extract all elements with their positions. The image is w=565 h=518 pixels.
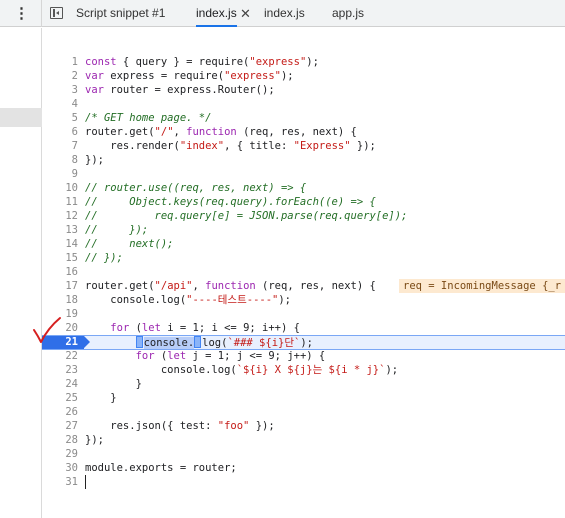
navigator-selected-item[interactable] [0, 108, 42, 127]
code-line[interactable]: 10 // router.use((req, res, next) => { [42, 181, 565, 195]
line-number[interactable]: 29 [42, 447, 78, 461]
code-text: // req.query[e] = JSON.parse(req.query[e… [85, 210, 408, 222]
line-number[interactable]: 2 [42, 69, 78, 83]
line-number[interactable]: 17 [42, 279, 78, 293]
code-line[interactable]: 12 // req.query[e] = JSON.parse(req.query… [42, 209, 565, 223]
code-line[interactable]: 28}); [42, 433, 565, 447]
code-line[interactable]: 29 [42, 447, 565, 461]
code-text: }); [85, 154, 104, 166]
line-number[interactable]: 16 [42, 265, 78, 279]
code-text: // }); [85, 224, 149, 236]
editor-tab-bar: ⋮ Script snippet #1 index.js ✕ index.js … [0, 0, 565, 27]
code-line[interactable]: 14 // next(); [42, 237, 565, 251]
code-text: router.get("/", function (req, res, next… [85, 126, 357, 138]
line-number[interactable]: 11 [42, 195, 78, 209]
line-number[interactable]: 3 [42, 83, 78, 97]
code-text: var express = require("express"); [85, 70, 294, 82]
line-number[interactable]: 13 [42, 223, 78, 237]
code-text: router.get("/api", function (req, res, n… [85, 280, 376, 292]
code-line[interactable]: 5 /* GET home page. */ [42, 111, 565, 125]
code-line[interactable]: 26 [42, 405, 565, 419]
code-line[interactable]: 1 const { query } = require("express"); [42, 55, 565, 69]
tab-app-js[interactable]: app.js [332, 0, 364, 27]
line-number[interactable]: 18 [42, 293, 78, 307]
code-line[interactable]: 27 res.json({ test: "foo" }); [42, 419, 565, 433]
code-line[interactable]: 31 [42, 475, 565, 489]
code-line[interactable]: 21 console. log(`### ${i}단`); [42, 335, 565, 350]
line-number[interactable]: 6 [42, 125, 78, 139]
code-line[interactable]: 17 router.get("/api", function (req, res,… [42, 279, 565, 293]
code-line[interactable]: 4 [42, 97, 565, 111]
annotation-checkmark-icon [33, 317, 61, 343]
line-number[interactable]: 25 [42, 391, 78, 405]
more-options-icon[interactable]: ⋮ [14, 6, 29, 22]
code-line[interactable]: 13 // }); [42, 223, 565, 237]
code-line[interactable]: 6 router.get("/", function (req, res, nex… [42, 125, 565, 139]
text-cursor [85, 475, 86, 489]
toggle-navigator-icon[interactable] [50, 7, 63, 19]
code-text: for (let j = 1; j <= 9; j++) { [135, 350, 326, 362]
code-line[interactable]: 15 // }); [42, 251, 565, 265]
line-number[interactable]: 31 [42, 475, 78, 489]
line-number[interactable]: 15 [42, 251, 78, 265]
tab-index-js-active[interactable]: index.js [196, 0, 237, 27]
line-number[interactable]: 4 [42, 97, 78, 111]
line-number[interactable]: 27 [42, 419, 78, 433]
line-number[interactable]: 8 [42, 153, 78, 167]
code-text: // Object.keys(req.query).forEach((e) =>… [85, 196, 376, 208]
code-text: res.render("index", { title: "Express" }… [85, 140, 376, 152]
code-text: // next(); [85, 238, 174, 250]
inline-variable-value[interactable]: req = IncomingMessage {_r [399, 279, 565, 293]
code-line[interactable]: 24 } [42, 377, 565, 391]
line-number[interactable]: 1 [42, 55, 78, 69]
line-number[interactable]: 30 [42, 461, 78, 475]
code-text: }); [85, 434, 104, 446]
tab-index-js[interactable]: index.js [264, 0, 305, 27]
code-line[interactable]: 19 [42, 307, 565, 321]
code-text: module.exports = router; [85, 462, 237, 474]
code-line[interactable]: 2 var express = require("express"); [42, 69, 565, 83]
code-line[interactable]: 18 console.log("----테스트----"); [42, 293, 565, 307]
divider [41, 0, 42, 27]
line-number[interactable]: 22 [42, 349, 78, 363]
code-line[interactable]: 16 [42, 265, 565, 279]
code-line[interactable]: 11 // Object.keys(req.query).forEach((e) … [42, 195, 565, 209]
line-number[interactable]: 14 [42, 237, 78, 251]
code-line[interactable]: 9 [42, 167, 565, 181]
code-text: } [85, 392, 117, 404]
code-line[interactable]: 20 for (let i = 1; i <= 9; i++) { [42, 321, 565, 335]
line-number[interactable]: 26 [42, 405, 78, 419]
line-number[interactable]: 28 [42, 433, 78, 447]
tab-script-snippet-1[interactable]: Script snippet #1 [76, 0, 165, 27]
code-text: /* GET home page. */ [85, 112, 212, 124]
line-number[interactable]: 9 [42, 167, 78, 181]
code-text: var router = express.Router(); [85, 84, 275, 96]
code-line[interactable]: 7 res.render("index", { title: "Express"… [42, 139, 565, 153]
navigator-panel[interactable] [0, 28, 42, 518]
code-text: } [85, 378, 142, 390]
line-number[interactable]: 5 [42, 111, 78, 125]
line-number[interactable]: 10 [42, 181, 78, 195]
code-line[interactable]: 23 console.log(`${i} X ${j}는 ${i * j}`); [42, 363, 565, 377]
line-number[interactable]: 24 [42, 377, 78, 391]
code-line[interactable]: 30 module.exports = router; [42, 461, 565, 475]
code-line[interactable]: 25 } [42, 391, 565, 405]
code-text: console.log(`${i} X ${j}는 ${i * j}`); [85, 364, 399, 376]
line-number[interactable]: 23 [42, 363, 78, 377]
code-text: for (let i = 1; i <= 9; i++) { [110, 322, 300, 334]
code-text: const { query } = require("express"); [85, 56, 319, 68]
close-tab-icon[interactable]: ✕ [240, 0, 251, 27]
code-text: // }); [85, 252, 123, 264]
code-text: console. log(`### ${i}단`); [85, 336, 313, 350]
code-text: // router.use((req, res, next) => { [85, 182, 307, 194]
code-text: res.json({ test: "foo" }); [85, 420, 275, 432]
line-number[interactable]: 7 [42, 139, 78, 153]
line-number[interactable]: 12 [42, 209, 78, 223]
code-line[interactable]: 8}); [42, 153, 565, 167]
code-line[interactable]: 22 for (let j = 1; j <= 9; j++) { [42, 349, 565, 363]
code-line[interactable]: 3 var router = express.Router(); [42, 83, 565, 97]
code-text: console.log("----테스트----"); [85, 294, 292, 306]
